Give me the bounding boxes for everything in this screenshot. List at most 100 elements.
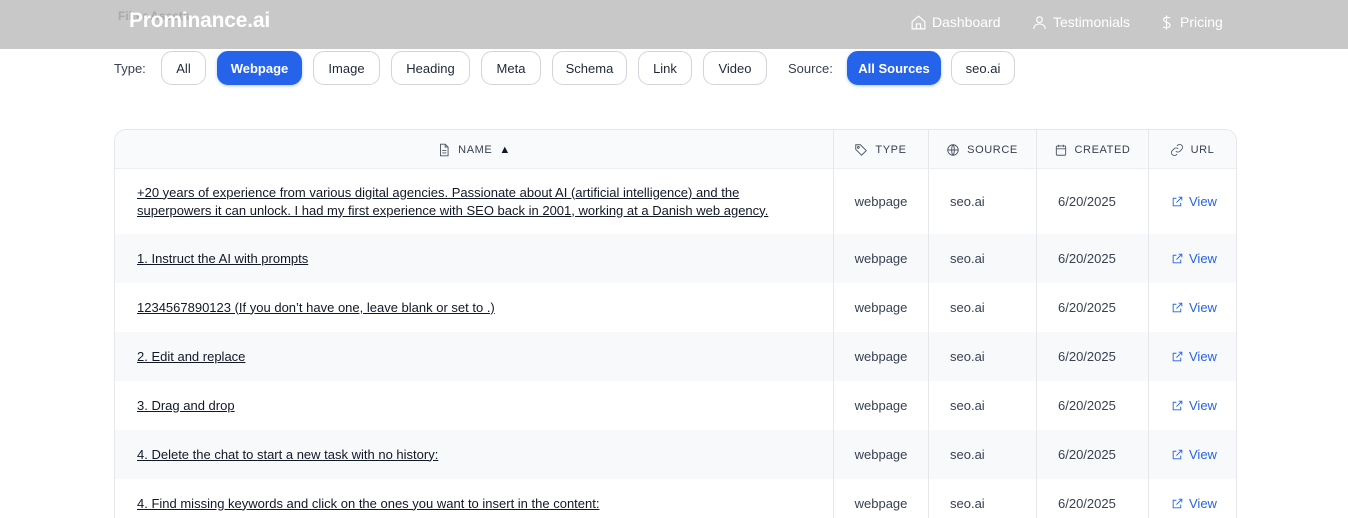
type-filter-schema[interactable]: Schema <box>552 51 627 85</box>
asset-name-link[interactable]: +20 years of experience from various dig… <box>137 169 817 234</box>
view-link-label: View <box>1189 447 1217 462</box>
asset-name-link[interactable]: 4. Find missing keywords and click on th… <box>137 479 817 518</box>
nav-dashboard[interactable]: Dashboard <box>910 12 1001 32</box>
column-divider <box>928 130 929 518</box>
type-filter-link[interactable]: Link <box>638 51 692 85</box>
external-link-icon <box>1172 400 1183 411</box>
user-icon <box>1033 15 1046 29</box>
asset-type: webpage <box>854 447 908 462</box>
view-link[interactable]: View <box>1171 234 1217 283</box>
external-link-icon <box>1172 253 1183 264</box>
top-navbar: Filter Assets Prominance.ai Dashboard Te… <box>0 0 1348 49</box>
external-link-icon <box>1172 498 1183 509</box>
source-filter-seo-ai[interactable]: seo.ai <box>951 51 1015 85</box>
calendar-icon <box>1055 144 1066 156</box>
document-icon <box>440 143 449 156</box>
column-divider <box>1148 130 1149 518</box>
asset-type: webpage <box>854 251 908 266</box>
asset-type: webpage <box>854 349 908 364</box>
asset-created: 6/20/2025 <box>1058 398 1116 413</box>
view-link-label: View <box>1189 251 1217 266</box>
asset-name-link[interactable]: 4. Delete the chat to start a new task w… <box>137 430 817 479</box>
type-filter-image[interactable]: Image <box>313 51 380 85</box>
column-header-type[interactable]: TYPE <box>833 130 928 169</box>
asset-source: seo.ai <box>950 398 985 413</box>
source-filter-all[interactable]: All Sources <box>847 51 941 85</box>
view-link-label: View <box>1189 194 1217 209</box>
asset-source: seo.ai <box>950 251 985 266</box>
asset-type: webpage <box>854 398 908 413</box>
type-filter-all[interactable]: All <box>161 51 206 85</box>
column-divider <box>833 130 834 518</box>
asset-type: webpage <box>854 194 908 209</box>
asset-source: seo.ai <box>950 349 985 364</box>
view-link[interactable]: View <box>1171 430 1217 479</box>
column-header-url[interactable]: URL <box>1148 130 1236 169</box>
asset-created: 6/20/2025 <box>1058 251 1116 266</box>
column-header-source[interactable]: SOURCE <box>928 130 1036 169</box>
asset-name-link[interactable]: 2. Edit and replace <box>137 332 817 381</box>
view-link-label: View <box>1189 349 1217 364</box>
column-header-type-label: TYPE <box>875 143 907 156</box>
column-divider <box>1036 130 1037 518</box>
asset-source: seo.ai <box>950 300 985 315</box>
type-filter-video[interactable]: Video <box>703 51 767 85</box>
table-row: 4. Find missing keywords and click on th… <box>115 479 1236 518</box>
filter-bar: Type: All Webpage Image Heading Meta Sch… <box>0 51 1348 85</box>
view-link-label: View <box>1189 496 1217 511</box>
view-link[interactable]: View <box>1171 479 1217 518</box>
view-link[interactable]: View <box>1171 169 1217 234</box>
column-header-name-label: NAME <box>458 143 493 156</box>
asset-name-link[interactable]: 1234567890123 (If you don’t have one, le… <box>137 283 817 332</box>
nav-pricing-label: Pricing <box>1180 14 1223 30</box>
nav-pricing[interactable]: Pricing <box>1158 12 1223 32</box>
asset-type: webpage <box>854 300 908 315</box>
asset-source: seo.ai <box>950 194 985 209</box>
column-header-created-label: CREATED <box>1074 143 1131 156</box>
sort-ascending-icon: ▲ <box>499 143 511 156</box>
external-link-icon <box>1172 302 1183 313</box>
table-row: 4. Delete the chat to start a new task w… <box>115 430 1236 479</box>
nav-testimonials-label: Testimonials <box>1053 14 1131 30</box>
external-link-icon <box>1172 449 1183 460</box>
globe-icon <box>947 143 959 156</box>
tag-icon <box>855 143 868 156</box>
type-filter-webpage[interactable]: Webpage <box>217 51 302 85</box>
asset-created: 6/20/2025 <box>1058 300 1116 315</box>
view-link[interactable]: View <box>1171 332 1217 381</box>
asset-created: 6/20/2025 <box>1058 349 1116 364</box>
nav-testimonials[interactable]: Testimonials <box>1031 12 1130 32</box>
logo[interactable]: Prominance.ai <box>129 9 270 33</box>
type-filter-heading[interactable]: Heading <box>391 51 470 85</box>
dollar-icon <box>1162 14 1171 30</box>
column-header-name[interactable]: NAME ▲ <box>115 130 833 169</box>
asset-type: webpage <box>854 496 908 511</box>
asset-created: 6/20/2025 <box>1058 447 1116 462</box>
assets-table: NAME ▲ TYPE SOURCE CREATED URL +20 years… <box>114 129 1237 518</box>
column-header-url-label: URL <box>1190 143 1215 156</box>
asset-name-link[interactable]: 1. Instruct the AI with prompts <box>137 234 817 283</box>
asset-name-link[interactable]: 3. Drag and drop <box>137 381 817 430</box>
home-icon <box>911 14 926 29</box>
asset-source: seo.ai <box>950 447 985 462</box>
table-row: 2. Edit and replace webpage seo.ai 6/20/… <box>115 332 1236 381</box>
link-icon <box>1170 143 1183 156</box>
view-link-label: View <box>1189 398 1217 413</box>
table-row: +20 years of experience from various dig… <box>115 169 1236 234</box>
asset-created: 6/20/2025 <box>1058 194 1116 209</box>
column-header-source-label: SOURCE <box>967 143 1018 156</box>
table-header: NAME ▲ TYPE SOURCE CREATED URL <box>115 130 1236 169</box>
column-header-created[interactable]: CREATED <box>1036 130 1148 169</box>
asset-created: 6/20/2025 <box>1058 496 1116 511</box>
view-link-label: View <box>1189 300 1217 315</box>
view-link[interactable]: View <box>1171 381 1217 430</box>
external-link-icon <box>1172 351 1183 362</box>
view-link[interactable]: View <box>1171 283 1217 332</box>
type-filter-meta[interactable]: Meta <box>481 51 541 85</box>
type-filter-label: Type: <box>114 61 146 76</box>
external-link-icon <box>1172 196 1183 207</box>
table-row: 1. Instruct the AI with prompts webpage … <box>115 234 1236 283</box>
table-row: 1234567890123 (If you don’t have one, le… <box>115 283 1236 332</box>
source-filter-label: Source: <box>788 61 833 76</box>
nav-dashboard-label: Dashboard <box>932 14 1001 30</box>
